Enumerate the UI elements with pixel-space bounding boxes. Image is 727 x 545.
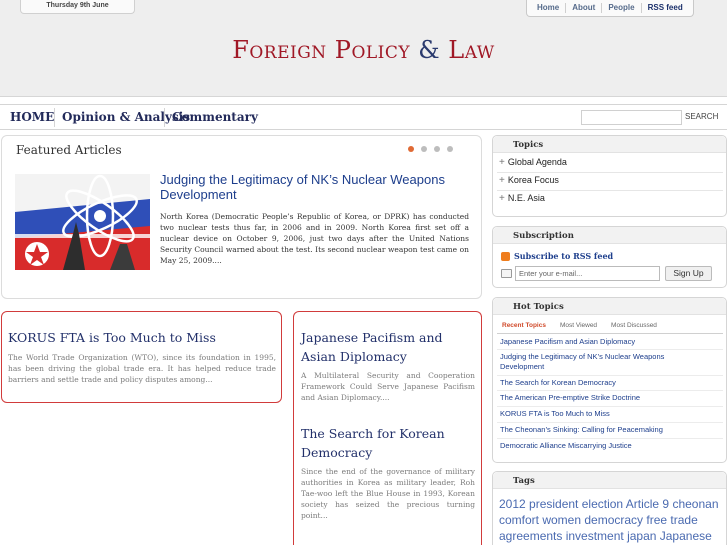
hot-topic-link[interactable]: Japanese Pacifism and Asian Diplomacy (500, 337, 710, 347)
featured-title: Featured Articles (16, 143, 122, 157)
nav-divider (54, 108, 55, 127)
divider (497, 375, 723, 376)
home-link[interactable]: Home (531, 3, 565, 13)
email-input[interactable]: Enter your e-mail... (515, 266, 660, 281)
divider (497, 333, 723, 334)
plus-icon: + (499, 193, 505, 204)
topic-global-agenda[interactable]: + Global Agenda (499, 157, 567, 168)
nav-commentary[interactable]: Commentary (172, 110, 258, 124)
nav-divider (164, 108, 165, 127)
hot-topic-link[interactable]: The American Pre-emptive Strike Doctrine (500, 393, 710, 403)
tab-most-viewed[interactable]: Most Viewed (557, 322, 600, 329)
slider-dot[interactable] (421, 146, 427, 152)
featured-headline[interactable]: Judging the Legitimacy of NK’s Nuclear W… (160, 172, 460, 202)
topic-label: Korea Focus (507, 175, 559, 185)
subscription-title: Subscription (493, 227, 726, 244)
nav-opinion-analysis[interactable]: Opinion & Analysis (62, 110, 190, 124)
article-card: KORUS FTA is Too Much to Miss The World … (1, 311, 282, 403)
people-link[interactable]: People (601, 3, 640, 13)
rss-feed-link[interactable]: RSS feed (640, 3, 689, 13)
divider (497, 438, 723, 439)
subscribe-rss-label: Subscribe to RSS feed (514, 251, 614, 261)
hot-topic-link[interactable]: Judging the Legitimacy of NK’s Nuclear W… (500, 352, 710, 372)
slider-dots (408, 146, 453, 152)
rss-icon (501, 251, 510, 261)
hot-topic-link[interactable]: The Search for Korean Democracy (500, 378, 710, 388)
featured-excerpt: North Korea (Democratic People’s Republi… (160, 212, 469, 265)
hot-topic-link[interactable]: Democratic Alliance Miscarrying Justice (500, 441, 710, 451)
nav-home[interactable]: HOME (10, 110, 54, 124)
divider (497, 406, 723, 407)
topics-box: Topics + Global Agenda + Korea Focus + N.E.… (492, 135, 727, 217)
divider (497, 172, 723, 173)
tags-title: Tags (493, 472, 726, 489)
topics-title: Topics (493, 136, 726, 153)
topic-ne-asia[interactable]: + N.E. Asia (499, 193, 545, 204)
subscribe-rss-link[interactable]: Subscribe to RSS feed (501, 251, 613, 261)
article-title[interactable]: Japanese Pacifism and Asian Diplomacy (301, 328, 476, 366)
top-links: Home About People RSS feed (526, 0, 694, 17)
topic-label: Global Agenda (507, 157, 567, 167)
article-excerpt: A Multilateral Security and Cooperation … (301, 371, 475, 402)
slider-dot-active[interactable] (408, 146, 414, 152)
about-link[interactable]: About (565, 3, 601, 13)
divider (497, 390, 723, 391)
hot-topics-tabs: Recent Topics Most Viewed Most Discussed (499, 322, 660, 329)
divider (497, 190, 723, 191)
site-logo[interactable]: Foreign Policy & Law (0, 36, 727, 64)
hot-topics-title: Hot Topics (493, 298, 726, 315)
hot-topic-link[interactable]: KORUS FTA is Too Much to Miss (500, 409, 710, 419)
subscription-box: Subscription Subscribe to RSS feed Enter… (492, 226, 727, 288)
plus-icon: + (499, 157, 505, 168)
slider-dot[interactable] (447, 146, 453, 152)
sign-up-button[interactable]: Sign Up (665, 266, 712, 281)
date-display: Thursday 9th June (20, 0, 135, 14)
main-nav: HOME Opinion & Analysis Commentary SEARC… (0, 104, 727, 130)
featured-image[interactable] (15, 174, 150, 270)
article-title[interactable]: The Search for Korean Democracy (301, 424, 476, 462)
search-input[interactable] (581, 110, 682, 125)
hot-topic-link[interactable]: The Cheonan’s Sinking: Calling for Peace… (500, 425, 710, 435)
article-excerpt: Since the end of the governance of milit… (301, 467, 475, 520)
logo-part-2: Law (448, 36, 495, 64)
divider (497, 349, 723, 350)
topic-label: N.E. Asia (507, 193, 545, 203)
tags-box: Tags 2012 president election Article 9 c… (492, 471, 727, 545)
slider-dot[interactable] (434, 146, 440, 152)
article-excerpt: The World Trade Organization (WTO), sinc… (8, 353, 276, 384)
mail-icon (501, 269, 512, 278)
tab-recent-topics[interactable]: Recent Topics (499, 322, 549, 329)
article-title[interactable]: KORUS FTA is Too Much to Miss (8, 328, 273, 347)
search-button[interactable]: SEARCH (685, 112, 718, 121)
logo-ampersand: & (418, 36, 441, 64)
plus-icon: + (499, 175, 505, 186)
tab-most-discussed[interactable]: Most Discussed (608, 322, 660, 329)
hot-topics-box: Hot Topics Recent Topics Most Viewed Mos… (492, 297, 727, 463)
logo-part-1: Foreign Policy (232, 36, 411, 64)
divider (497, 422, 723, 423)
topic-korea-focus[interactable]: + Korea Focus (499, 175, 559, 186)
nuclear-flag-illustration (15, 174, 150, 270)
featured-articles-panel: Featured Articles Judging the Legitimacy… (1, 135, 482, 299)
article-card: Japanese Pacifism and Asian Diplomacy A … (293, 311, 482, 545)
site-header: Thursday 9th June Home About People RSS … (0, 0, 727, 97)
tag-cloud[interactable]: 2012 president election Article 9 cheona… (499, 496, 725, 544)
